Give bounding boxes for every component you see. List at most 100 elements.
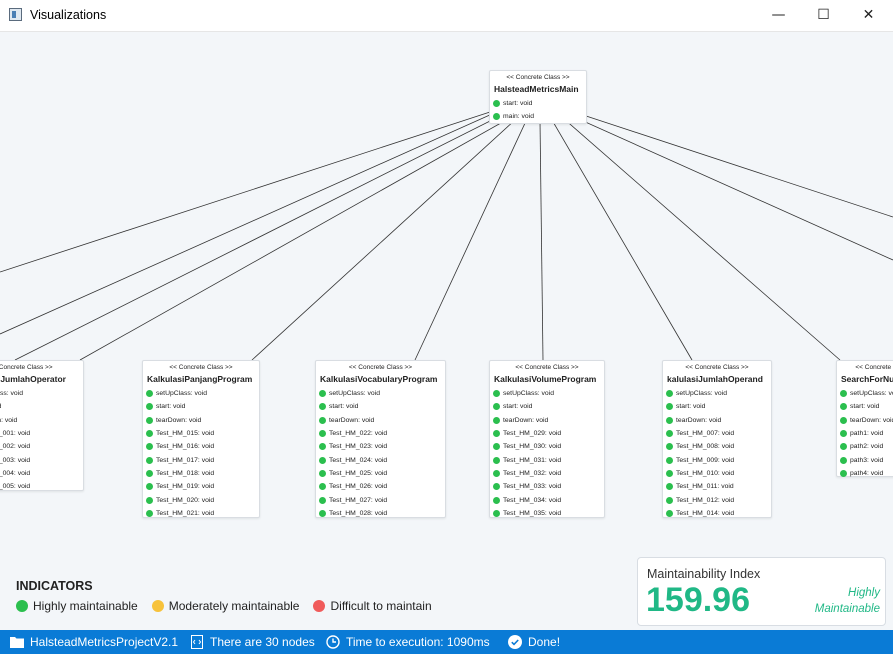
status-time: Time to execution: 1090ms xyxy=(326,630,490,654)
indicators-legend: INDICATORS Highly maintainable Moderatel… xyxy=(16,579,432,613)
nodes-count: There are 30 nodes xyxy=(210,635,315,649)
class-node-kalulasijumlahoperand[interactable]: << Concrete Class >> kalulasiJumlahOperan… xyxy=(662,360,772,518)
method-label: start: void xyxy=(0,403,1,410)
status-dot-icon xyxy=(319,509,326,517)
method-row: Test_HM_011: void xyxy=(663,480,771,493)
method-row: tearDown: void xyxy=(0,414,83,427)
state-label: Done! xyxy=(528,635,561,649)
method-row: Test_HM_012: void xyxy=(663,493,771,506)
method-label: Test_HM_017: void xyxy=(156,456,215,464)
method-row: path4: void xyxy=(837,467,893,480)
indicator-highly: Highly maintainable xyxy=(16,599,138,613)
status-dot-icon xyxy=(146,430,153,438)
class-node-kalkulasivocabularyprogram[interactable]: << Concrete Class >> KalkulasiVocabularyP… xyxy=(315,360,446,518)
visualization-canvas[interactable]: << Concrete Class >> HalsteadMetricsMain s… xyxy=(0,32,893,630)
method-row: Test_HM_020: void xyxy=(143,493,259,506)
method-row: Test_HM_018: void xyxy=(143,467,259,480)
method-row: Test_HM_002: void xyxy=(0,440,83,453)
method-label: Test_HM_019: void xyxy=(156,483,215,491)
edge xyxy=(414,120,527,361)
class-stereotype: << Concrete Class >> xyxy=(515,364,579,371)
status-dot-icon xyxy=(666,469,673,477)
method-label: Test_HM_029: void xyxy=(503,430,562,438)
method-row: Test_HM_017: void xyxy=(143,453,259,466)
minimize-button[interactable]: — xyxy=(756,0,801,31)
method-row: tearDown: void xyxy=(143,414,259,427)
edge xyxy=(79,118,509,361)
class-stereotype: << Concrete Class >> xyxy=(685,364,749,371)
red-dot-icon xyxy=(313,600,326,612)
method-row: Test_HM_008: void xyxy=(663,440,771,453)
indicator-label: Highly maintainable xyxy=(33,599,138,613)
method-label: Test_HM_022: void xyxy=(329,430,388,438)
edges-layer xyxy=(0,111,893,361)
method-label: Test_HM_007: void xyxy=(676,430,735,438)
method-label: Test_HM_027: void xyxy=(329,496,388,504)
status-dot-icon xyxy=(666,390,673,398)
edge xyxy=(0,113,493,335)
method-row: Test_HM_015: void xyxy=(143,427,259,440)
method-label: setUpClass: void xyxy=(503,390,554,398)
method-row: Test_HM_010: void xyxy=(663,467,771,480)
method-label: Test_HM_023: void xyxy=(329,443,388,451)
method-label: Test_HM_016: void xyxy=(156,443,215,451)
green-dot-icon xyxy=(16,600,28,612)
status-dot-icon xyxy=(666,496,673,504)
method-label: setUpClass: void xyxy=(329,390,380,398)
method-label: Test_HM_024: void xyxy=(329,456,388,464)
class-name: KalkulasiVolumeProgram xyxy=(494,374,597,384)
method-row: setUpClass: void xyxy=(663,387,771,400)
method-row: Test_HM_004: void xyxy=(0,467,83,480)
method-label: path3: void xyxy=(850,456,884,464)
status-state: Done! xyxy=(508,630,560,654)
class-node-kalkulasipanjangprogram[interactable]: << Concrete Class >> KalkulasiPanjangProg… xyxy=(142,360,260,518)
status-bar: HalsteadMetricsProjectV2.1 There are 30 … xyxy=(0,630,893,654)
yellow-dot-icon xyxy=(151,600,164,612)
method-label: start: void xyxy=(676,403,706,411)
class-node-halsteadmetricsmain[interactable]: << Concrete Class >> HalsteadMetricsMain s… xyxy=(489,70,587,124)
method-row: tearDown: void xyxy=(837,414,893,427)
method-label: Test_HM_025: void xyxy=(329,469,388,477)
method-label: Test_HM_010: void xyxy=(676,469,735,477)
status-dot-icon xyxy=(319,430,326,438)
class-node-kalkulasijumlahoperator[interactable]: << Concrete Class >> KalkulasiJumlahOpera… xyxy=(0,360,84,491)
class-node-kalkulasivolumeprogram[interactable]: << Concrete Class >> KalkulasiVolumeProgr… xyxy=(489,360,605,518)
method-label: Test_HM_021: void xyxy=(156,509,215,517)
class-name: KalkulasiJumlahOperator xyxy=(0,374,66,384)
status-dot-icon xyxy=(146,496,153,504)
method-label: Test_HM_033: void xyxy=(503,483,562,491)
check-circle-icon xyxy=(508,635,522,649)
code-file-icon xyxy=(190,635,204,649)
method-row: Test_HM_034: void xyxy=(490,493,604,506)
method-label: Test_HM_026: void xyxy=(329,483,388,491)
method-label: Test_HM_003: void xyxy=(0,456,31,464)
status-dot-icon xyxy=(493,443,500,451)
edge xyxy=(251,119,516,361)
method-row: start: void xyxy=(663,400,771,413)
maximize-button[interactable]: ☐ xyxy=(801,0,846,31)
method-label: setUpClass: void xyxy=(0,390,23,398)
method-label: setUpClass: void xyxy=(156,390,207,398)
method-label: start: void xyxy=(329,403,359,411)
method-label: Test_HM_032: void xyxy=(503,469,562,477)
method-row: path1: void xyxy=(837,427,893,440)
status-dot-icon xyxy=(319,469,326,477)
status-dot-icon xyxy=(493,430,500,438)
class-node-searchfornumber[interactable]: << Concrete Class >> SearchForNumber setUp… xyxy=(836,360,893,477)
project-name: HalsteadMetricsProjectV2.1 xyxy=(30,635,179,649)
method-row: Test_HM_003: void xyxy=(0,453,83,466)
method-label: main: void xyxy=(503,113,534,121)
status-dot-icon xyxy=(146,390,153,398)
close-button[interactable]: ✕ xyxy=(846,0,891,31)
folder-icon xyxy=(10,635,24,649)
status-dot-icon xyxy=(146,483,153,491)
method-label: start: void xyxy=(503,403,533,411)
status-dot-icon xyxy=(840,469,847,477)
status-dot-icon xyxy=(319,483,326,491)
edge xyxy=(579,113,893,218)
status-dot-icon xyxy=(319,390,326,398)
method-label: setUpClass: void xyxy=(850,390,893,398)
method-label: path1: void xyxy=(850,430,884,438)
method-label: start: void xyxy=(850,403,880,411)
method-row: Test_HM_026: void xyxy=(316,480,445,493)
